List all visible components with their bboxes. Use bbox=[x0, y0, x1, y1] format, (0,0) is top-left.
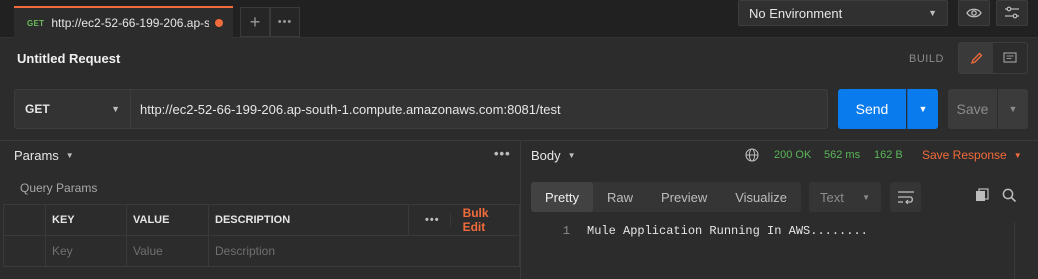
params-table: KEY VALUE DESCRIPTION ••• Bulk Edit Key … bbox=[3, 204, 520, 267]
globe-icon[interactable] bbox=[745, 148, 759, 162]
response-body-dropdown[interactable]: Body ▼ bbox=[531, 148, 576, 163]
method-select[interactable]: GET ▼ bbox=[14, 89, 131, 129]
settings-icon bbox=[1005, 6, 1019, 19]
tab-method: GET bbox=[27, 18, 45, 28]
environment-value: No Environment bbox=[749, 5, 843, 21]
url-input[interactable] bbox=[131, 89, 828, 129]
checkbox-column-header bbox=[3, 204, 46, 236]
key-input[interactable]: Key bbox=[45, 235, 127, 267]
params-dropdown[interactable]: Params ▼ bbox=[14, 148, 74, 163]
response-time[interactable]: 562 ms bbox=[824, 149, 860, 161]
row-checkbox-cell bbox=[3, 235, 46, 267]
params-more-button[interactable]: ••• bbox=[494, 146, 511, 161]
save-response-label: Save Response bbox=[922, 148, 1007, 162]
environment-select[interactable]: No Environment ▼ bbox=[738, 0, 948, 26]
scrollbar[interactable] bbox=[1014, 222, 1015, 279]
chevron-down-icon: ▼ bbox=[918, 104, 928, 114]
pane-resizer[interactable] bbox=[520, 141, 521, 279]
response-body-title: Body bbox=[531, 148, 561, 163]
panel-divider bbox=[0, 140, 1038, 141]
table-header-row: KEY VALUE DESCRIPTION ••• Bulk Edit bbox=[3, 204, 520, 236]
manage-environments-button[interactable] bbox=[996, 0, 1028, 26]
format-select[interactable]: Text ▼ bbox=[809, 182, 881, 212]
bulk-edit-link[interactable]: Bulk Edit bbox=[451, 206, 513, 234]
response-view-tabs: Pretty Raw Preview Visualize bbox=[531, 182, 802, 212]
unsaved-dot-icon bbox=[215, 19, 223, 27]
table-row: Key Value Description bbox=[3, 235, 520, 267]
eye-icon bbox=[966, 8, 982, 18]
save-button[interactable]: Save bbox=[948, 89, 997, 129]
response-code-line: 1 Mule Application Running In AWS.......… bbox=[540, 224, 868, 238]
environment-quick-look-button[interactable] bbox=[958, 0, 990, 26]
response-body-text[interactable]: Mule Application Running In AWS........ bbox=[587, 224, 868, 238]
save-options-button[interactable]: ▼ bbox=[998, 89, 1028, 129]
bulk-edit-cell: ••• Bulk Edit bbox=[408, 204, 520, 236]
column-options-button[interactable]: ••• bbox=[415, 214, 451, 226]
wrap-lines-button[interactable] bbox=[890, 182, 921, 212]
format-value: Text bbox=[820, 189, 844, 205]
request-tab[interactable]: GET http://ec2-52-66-199-206.ap-so... bbox=[14, 6, 233, 38]
pencil-icon bbox=[970, 52, 982, 64]
request-title[interactable]: Untitled Request bbox=[17, 51, 120, 66]
wrap-icon bbox=[897, 191, 914, 204]
column-header-value: VALUE bbox=[126, 204, 209, 236]
chevron-down-icon: ▼ bbox=[111, 104, 120, 114]
description-input[interactable]: Description bbox=[208, 235, 520, 267]
tab-visualize[interactable]: Visualize bbox=[721, 182, 801, 212]
response-size[interactable]: 162 B bbox=[874, 149, 903, 161]
tab-title: http://ec2-52-66-199-206.ap-so... bbox=[51, 16, 209, 30]
comments-button[interactable] bbox=[993, 43, 1027, 73]
save-response-button[interactable]: Save Response ▼ bbox=[922, 148, 1022, 162]
params-title: Params bbox=[14, 148, 59, 163]
search-icon[interactable] bbox=[1002, 188, 1017, 203]
chevron-down-icon: ▼ bbox=[1013, 150, 1022, 160]
chevron-down-icon: ▼ bbox=[862, 192, 870, 202]
column-header-description: DESCRIPTION bbox=[208, 204, 409, 236]
tab-raw[interactable]: Raw bbox=[593, 182, 647, 212]
comment-icon bbox=[1003, 51, 1017, 63]
tab-options-button[interactable]: ••• bbox=[270, 7, 300, 37]
chevron-down-icon: ▼ bbox=[928, 8, 937, 18]
send-options-button[interactable]: ▼ bbox=[907, 89, 938, 129]
mode-toggle bbox=[958, 42, 1028, 74]
chevron-down-icon: ▼ bbox=[567, 151, 576, 160]
copy-icon[interactable] bbox=[975, 188, 989, 202]
send-button[interactable]: Send bbox=[838, 89, 906, 129]
tab-pretty[interactable]: Pretty bbox=[531, 182, 593, 212]
method-value: GET bbox=[25, 102, 50, 116]
chevron-down-icon: ▼ bbox=[65, 151, 74, 160]
query-params-label: Query Params bbox=[20, 181, 98, 195]
chevron-down-icon: ▼ bbox=[1008, 104, 1018, 114]
line-number: 1 bbox=[562, 224, 570, 238]
response-status[interactable]: 200 OK bbox=[774, 149, 811, 161]
mode-label: BUILD bbox=[909, 53, 944, 65]
column-header-key: KEY bbox=[45, 204, 127, 236]
value-input[interactable]: Value bbox=[126, 235, 209, 267]
new-tab-button[interactable]: + bbox=[240, 7, 270, 37]
tab-preview[interactable]: Preview bbox=[647, 182, 721, 212]
edit-mode-button[interactable] bbox=[959, 43, 993, 73]
